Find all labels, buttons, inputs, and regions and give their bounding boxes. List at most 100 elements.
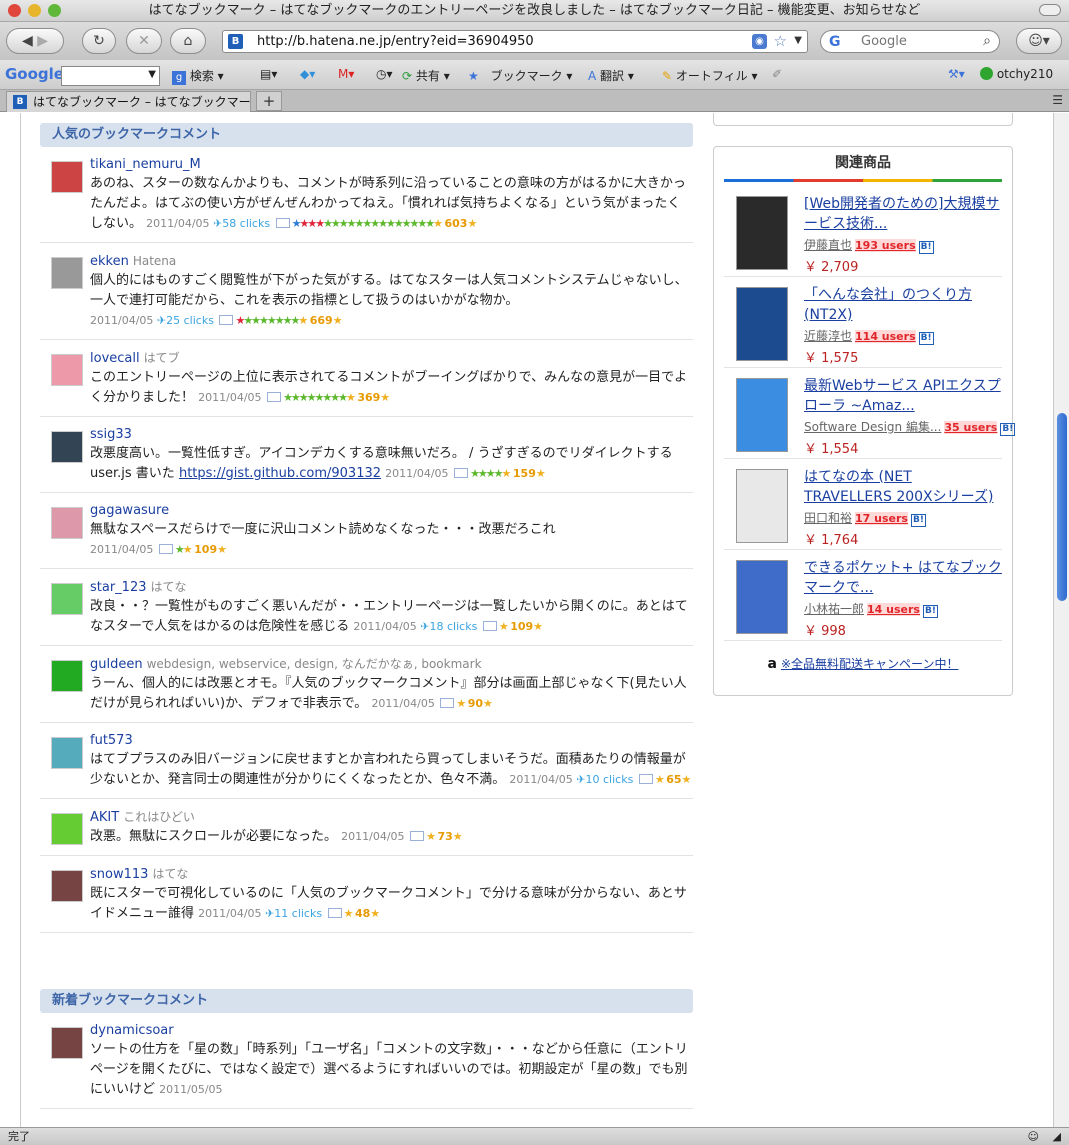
bookmark-users-count[interactable]: 114 users — [855, 330, 916, 343]
user-avatar-icon[interactable] — [51, 660, 83, 692]
product-title-link[interactable]: [Web開発者のための]大規模サービス技術... — [804, 194, 1004, 234]
comment-tags[interactable]: はてな — [152, 867, 188, 881]
close-window-icon[interactable] — [8, 4, 21, 17]
reload-button[interactable]: ↻ — [82, 28, 116, 54]
comment-date[interactable]: 2011/04/05 — [341, 830, 404, 843]
username-link[interactable]: dynamicsoar — [90, 1023, 174, 1038]
search-magnifier-icon[interactable]: ⌕ — [983, 33, 991, 49]
search-box[interactable]: G ⌕ — [820, 30, 1000, 53]
star-list-icon[interactable]: ★ — [426, 830, 436, 843]
product-title-link[interactable]: 「へんな会社」のつくり方 (NT2X) — [804, 285, 1004, 325]
tab-list-icon[interactable]: ☰ — [1052, 93, 1063, 107]
star-list-icon[interactable]: ★★★★★★★★★ — [283, 391, 356, 404]
bookmarks-button[interactable]: ★ ブックマーク ▾ — [468, 67, 572, 84]
globe-icon[interactable]: ◆▾ — [300, 67, 315, 81]
star-count[interactable]: 48 — [355, 907, 370, 920]
new-tab-button[interactable]: + — [256, 91, 282, 111]
star-list-icon[interactable]: ★★★★★ — [470, 467, 511, 480]
page-scrollbar[interactable] — [1053, 113, 1069, 1127]
hatena-bookmark-icon[interactable]: B! — [918, 332, 934, 345]
highlighter-icon[interactable]: ✐ — [772, 67, 782, 81]
star-count[interactable]: 65 — [666, 773, 681, 786]
book-cover-image[interactable] — [736, 560, 788, 634]
add-star-icon[interactable] — [482, 621, 497, 631]
back-forward-buttons[interactable]: ◀ ▶ — [6, 28, 64, 54]
news-icon[interactable]: ▤▾ — [260, 67, 277, 81]
star-list-icon[interactable]: ★ — [499, 620, 509, 633]
star-list-icon[interactable]: ★★★★★★★★★ — [235, 314, 308, 327]
user-avatar-icon[interactable] — [51, 354, 83, 386]
google-search-button[interactable]: g 検索 ▾ — [172, 67, 224, 85]
bookmark-users-count[interactable]: 17 users — [855, 512, 908, 525]
username-link[interactable]: ekken — [90, 254, 129, 269]
translate-button[interactable]: A 翻訳 ▾ — [588, 67, 634, 84]
star-count[interactable]: 73 — [437, 830, 452, 843]
star-list-icon[interactable]: ★★ — [175, 543, 193, 556]
comment-date[interactable]: 2011/04/05 — [146, 217, 209, 230]
address-bar[interactable]: B http://b.hatena.ne.jp/entry?eid=369049… — [222, 30, 808, 53]
user-avatar-icon[interactable] — [51, 737, 83, 769]
twitter-clicks[interactable]: 11 clicks — [274, 907, 322, 920]
add-star-icon[interactable] — [440, 698, 455, 708]
star-count[interactable]: 369 — [357, 391, 380, 404]
chevron-down-icon[interactable]: ▼ — [148, 69, 156, 80]
user-avatar-icon[interactable] — [51, 257, 83, 289]
user-avatar-icon[interactable] — [51, 1027, 83, 1059]
resize-grip-icon[interactable]: ◢ — [1053, 1128, 1061, 1145]
user-avatar-icon[interactable] — [51, 431, 83, 463]
star-list-icon[interactable]: ★ — [344, 907, 354, 920]
comment-tags[interactable]: webdesign, webservice, design, なんだかなぁ, b… — [147, 657, 482, 671]
comment-date[interactable]: 2011/04/05 — [90, 543, 153, 556]
username-link[interactable]: star_123 — [90, 580, 147, 595]
username-link[interactable]: lovecall — [90, 351, 140, 366]
product-title-link[interactable]: 最新Webサービス APIエクスプローラ ~Amaz... — [804, 376, 1004, 416]
product-author[interactable]: 田口和裕 — [804, 511, 852, 525]
bookmark-users-count[interactable]: 14 users — [867, 603, 920, 616]
star-count[interactable]: 159 — [513, 467, 536, 480]
username-link[interactable]: ssig33 — [90, 427, 132, 442]
back-icon[interactable]: ◀ — [22, 33, 33, 49]
bookmark-users-count[interactable]: 193 users — [855, 239, 916, 252]
user-avatar-icon[interactable] — [51, 161, 83, 193]
twitter-clicks[interactable]: 25 clicks — [166, 314, 214, 327]
product-author[interactable]: 近藤淳也 — [804, 329, 852, 343]
add-star-icon[interactable] — [327, 908, 342, 918]
add-star-icon[interactable] — [275, 218, 290, 228]
hatena-bookmark-icon[interactable]: B! — [910, 514, 926, 527]
google-toolbar-search-input[interactable]: ▼ — [61, 66, 160, 86]
stop-button[interactable]: ✕ — [126, 28, 162, 54]
gist-link[interactable]: https://gist.github.com/903132 — [179, 466, 381, 481]
comment-date[interactable]: 2011/04/05 — [353, 620, 416, 633]
tab-hatena[interactable]: B はてなブックマーク – はてなブックマーク... — [6, 91, 251, 112]
autofill-button[interactable]: ✎ オートフィル ▾ — [662, 67, 758, 84]
user-avatar-icon[interactable] — [51, 870, 83, 902]
hatena-bookmark-icon[interactable]: B! — [918, 241, 934, 254]
comment-date[interactable]: 2011/04/05 — [90, 314, 153, 327]
comment-date[interactable]: 2011/04/05 — [198, 391, 261, 404]
twitter-clicks[interactable]: 10 clicks — [586, 773, 634, 786]
username-link[interactable]: gagawasure — [90, 503, 169, 518]
add-star-icon[interactable] — [410, 831, 425, 841]
user-avatar-icon[interactable] — [51, 583, 83, 615]
add-star-icon[interactable] — [267, 392, 282, 402]
username-link[interactable]: tikani_nemuru_M — [90, 157, 201, 172]
username-link[interactable]: snow113 — [90, 867, 148, 882]
star-count[interactable]: 109 — [510, 620, 533, 633]
star-count[interactable]: 669 — [310, 314, 333, 327]
book-cover-image[interactable] — [736, 378, 788, 452]
hatena-bookmark-icon[interactable]: B! — [1000, 423, 1016, 436]
scrollbar-thumb[interactable] — [1057, 413, 1067, 601]
home-button[interactable]: ⌂ — [170, 28, 206, 54]
book-cover-image[interactable] — [736, 196, 788, 270]
comment-tags[interactable]: Hatena — [133, 254, 176, 268]
username-link[interactable]: AKIT — [90, 810, 119, 825]
gmail-icon[interactable]: M▾ — [338, 67, 354, 81]
book-cover-image[interactable] — [736, 287, 788, 361]
search-input[interactable] — [861, 34, 971, 49]
url-dropdown-icon[interactable]: ▼ — [794, 35, 802, 46]
add-star-icon[interactable] — [158, 544, 173, 554]
username-link[interactable]: fut573 — [90, 733, 133, 748]
zoom-window-icon[interactable] — [48, 4, 61, 17]
twitter-clicks[interactable]: 58 clicks — [222, 217, 270, 230]
comment-date[interactable]: 2011/04/05 — [198, 907, 261, 920]
